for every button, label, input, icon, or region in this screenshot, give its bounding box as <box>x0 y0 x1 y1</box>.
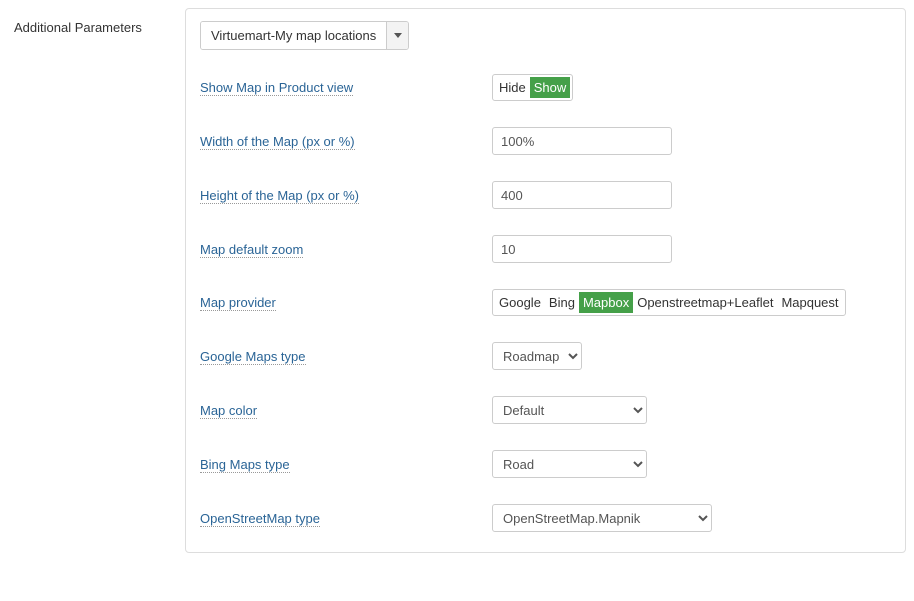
provider-toggle[interactable]: Google Bing Mapbox Openstreetmap+Leaflet… <box>492 289 846 316</box>
provider-option-mapbox[interactable]: Mapbox <box>579 292 633 313</box>
map-color-label-link[interactable]: Map color <box>200 403 257 419</box>
zoom-label: Map default zoom <box>200 242 492 257</box>
width-label-link[interactable]: Width of the Map (px or %) <box>200 134 355 150</box>
map-color-label: Map color <box>200 403 492 418</box>
bing-type-label-link[interactable]: Bing Maps type <box>200 457 290 473</box>
width-label: Width of the Map (px or %) <box>200 134 492 149</box>
show-map-label-link[interactable]: Show Map in Product view <box>200 80 353 96</box>
height-input[interactable] <box>492 181 672 209</box>
osm-type-label: OpenStreetMap type <box>200 511 492 526</box>
section-title: Additional Parameters <box>8 8 173 35</box>
height-label-link[interactable]: Height of the Map (px or %) <box>200 188 359 204</box>
google-type-select[interactable]: Roadmap <box>492 342 582 370</box>
zoom-label-link[interactable]: Map default zoom <box>200 242 303 258</box>
show-map-option-hide[interactable]: Hide <box>495 77 530 98</box>
google-type-label: Google Maps type <box>200 349 492 364</box>
show-map-option-show[interactable]: Show <box>530 77 571 98</box>
show-map-toggle[interactable]: Hide Show <box>492 74 573 101</box>
provider-option-bing[interactable]: Bing <box>545 292 579 313</box>
map-color-select[interactable]: Default <box>492 396 647 424</box>
osm-type-select[interactable]: OpenStreetMap.Mapnik <box>492 504 712 532</box>
plugin-select-label: Virtuemart-My map locations <box>201 22 386 49</box>
bing-type-select[interactable]: Road <box>492 450 647 478</box>
width-input[interactable] <box>492 127 672 155</box>
zoom-input[interactable] <box>492 235 672 263</box>
height-label: Height of the Map (px or %) <box>200 188 492 203</box>
parameters-panel: Virtuemart-My map locations Show Map in … <box>185 8 906 553</box>
show-map-label: Show Map in Product view <box>200 80 492 95</box>
provider-option-google[interactable]: Google <box>495 292 545 313</box>
plugin-select-dropdown[interactable]: Virtuemart-My map locations <box>200 21 409 50</box>
provider-option-osm-leaflet[interactable]: Openstreetmap+Leaflet <box>633 292 777 313</box>
chevron-down-icon <box>386 22 408 49</box>
provider-label-link[interactable]: Map provider <box>200 295 276 311</box>
osm-type-label-link[interactable]: OpenStreetMap type <box>200 511 320 527</box>
bing-type-label: Bing Maps type <box>200 457 492 472</box>
provider-label: Map provider <box>200 295 492 310</box>
google-type-label-link[interactable]: Google Maps type <box>200 349 306 365</box>
provider-option-mapquest[interactable]: Mapquest <box>777 292 842 313</box>
